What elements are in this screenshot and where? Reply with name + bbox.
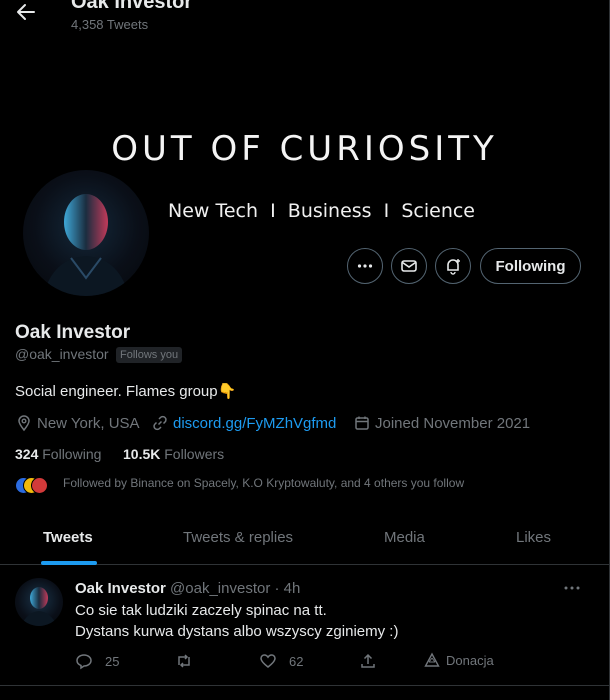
location-text: New York, USA [37, 414, 140, 432]
profile-link[interactable]: discord.gg/FyMZhVgfmd [151, 414, 336, 432]
tweet-author-name[interactable]: Oak Investor [75, 580, 166, 597]
reply-button[interactable]: 25 [75, 652, 119, 670]
profile-handle: @oak_investor [15, 346, 109, 362]
tweet-avatar[interactable] [15, 578, 63, 626]
profile-name: Oak Investor [15, 322, 131, 343]
donation-icon [424, 652, 440, 667]
following-stat[interactable]: 324 Following [15, 446, 101, 462]
location-pin-icon [18, 415, 30, 432]
mutual-avatar [31, 477, 48, 494]
more-dots-icon [357, 264, 373, 268]
like-count: 62 [289, 653, 304, 669]
banner-title: OUT OF CURIOSITY [111, 129, 498, 169]
retweet-icon [178, 654, 190, 668]
tweet-actions: 25 62 Donacja [75, 652, 595, 672]
share-icon [361, 653, 375, 668]
reply-icon [76, 654, 92, 670]
profile-header: Oak Investor 4,358 Tweets [0, 0, 609, 40]
tweet-text: Co sie tak ludziki zaczely spinac na tt.… [75, 600, 398, 642]
bell-plus-icon [447, 259, 460, 275]
reply-count: 25 [105, 653, 120, 669]
tweet-author-handle[interactable]: @oak_investor [170, 580, 270, 597]
tweet-line: Co sie tak ludziki zaczely spinac na tt. [75, 602, 327, 619]
following-label: Following [42, 446, 102, 462]
followers-count: 10.5K [123, 446, 161, 462]
more-options-button[interactable] [347, 248, 383, 284]
following-button[interactable]: Following [480, 248, 581, 284]
link-icon [153, 415, 167, 431]
heart-icon [260, 654, 276, 668]
calendar-icon [355, 416, 369, 430]
header-name: Oak Investor [71, 0, 193, 13]
tweet-time[interactable]: · 4h [275, 580, 301, 597]
tweet-line: Dystans kurwa dystans albo wszyscy zgini… [75, 623, 399, 640]
tweet[interactable]: Oak Investor @oak_investor · 4h Co sie t… [0, 566, 609, 686]
share-button[interactable] [359, 652, 377, 670]
like-button[interactable]: 62 [259, 652, 303, 670]
header-tweet-count: 4,358 Tweets [71, 17, 149, 32]
donation-label: Donacja [446, 652, 494, 668]
profile-joined: Joined November 2021 [353, 414, 530, 432]
back-arrow-icon[interactable] [14, 0, 38, 24]
profile-avatar[interactable] [19, 166, 153, 300]
profile-tabs: Tweets Tweets & replies Media Likes [0, 510, 609, 565]
followed-by-text[interactable]: Followed by Binance on Spacely, K.O Kryp… [63, 476, 464, 490]
profile-bio: Social engineer. Flames group👇 [15, 383, 237, 400]
tab-media[interactable]: Media [384, 529, 425, 546]
profile-location: New York, USA [15, 414, 140, 432]
notifications-button[interactable] [435, 248, 471, 284]
mutual-followers-avatars[interactable] [15, 477, 49, 495]
retweet-button[interactable] [175, 652, 193, 670]
banner-subtitle: New Tech I Business I Science [168, 200, 475, 222]
message-button[interactable] [391, 248, 427, 284]
active-tab-indicator [41, 561, 97, 565]
followers-stat[interactable]: 10.5K Followers [123, 446, 224, 462]
tweet-more-icon[interactable] [562, 578, 582, 598]
tweet-header: Oak Investor @oak_investor · 4h [75, 580, 300, 597]
tab-likes[interactable]: Likes [516, 529, 551, 546]
tab-tweets[interactable]: Tweets [43, 529, 93, 546]
link-text[interactable]: discord.gg/FyMZhVgfmd [173, 415, 336, 432]
followers-label: Followers [164, 446, 225, 462]
envelope-icon [401, 260, 417, 272]
following-count: 324 [15, 446, 39, 462]
follows-you-badge: Follows you [116, 347, 183, 363]
joined-text: Joined November 2021 [375, 414, 531, 432]
tab-tweets-replies[interactable]: Tweets & replies [183, 529, 293, 546]
donation-button[interactable]: Donacja [424, 652, 494, 668]
